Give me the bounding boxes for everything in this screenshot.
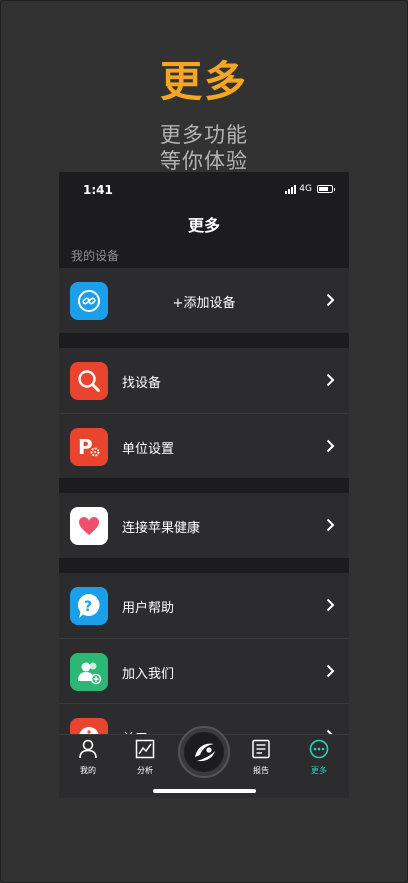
menu-item-apple-health[interactable]: 连接苹果健康	[59, 493, 349, 558]
find-device-label: 找设备	[122, 376, 162, 391]
chevron-right-icon	[326, 518, 335, 532]
apple-health-label: 连接苹果健康	[122, 521, 201, 536]
add-device-label: +添加设备	[172, 296, 236, 311]
heart-icon	[70, 507, 108, 545]
menu-item-add-device[interactable]: +添加设备	[59, 268, 349, 333]
tab-more-label: 更多	[311, 766, 327, 775]
center-action-button[interactable]	[178, 726, 230, 778]
chevron-right-icon	[326, 439, 335, 453]
tab-report[interactable]: 报告	[241, 739, 281, 776]
svg-text:P: P	[78, 435, 93, 459]
info-icon	[70, 718, 108, 734]
menu-item-unit-settings[interactable]: P 单位设置	[59, 413, 349, 478]
group-devices: +添加设备	[59, 268, 349, 333]
promo-subtitle-line2: 等你体验	[160, 149, 248, 173]
p-gear-icon: P	[70, 428, 108, 466]
tab-analysis[interactable]: 分析	[125, 739, 165, 776]
unit-settings-label: 单位设置	[122, 442, 175, 457]
question-bubble-icon: ?	[70, 587, 108, 625]
add-people-icon	[70, 653, 108, 691]
runner-logo-icon	[184, 732, 224, 772]
group-spacer	[59, 558, 349, 573]
group-spacer	[59, 479, 349, 493]
chevron-right-icon	[326, 293, 335, 307]
group-support: ? 用户帮助 加入我们	[59, 573, 349, 734]
battery-icon	[317, 185, 335, 193]
promo-title: 更多	[159, 57, 248, 106]
menu-item-find-device[interactable]: 找设备	[59, 348, 349, 413]
status-time: 1:41	[83, 183, 113, 197]
chevron-right-icon	[326, 664, 335, 678]
user-help-label: 用户帮助	[122, 601, 175, 616]
section-label-my-devices: 我的设备	[59, 240, 349, 268]
chevron-right-icon	[326, 598, 335, 612]
more-dots-icon	[309, 739, 329, 759]
report-icon	[252, 739, 270, 759]
svg-text:?: ?	[84, 599, 92, 615]
magnifier-icon	[70, 362, 108, 400]
chart-icon	[135, 739, 155, 759]
network-type: 4G	[299, 184, 312, 194]
group-health: 连接苹果健康	[59, 493, 349, 558]
person-icon	[79, 739, 97, 759]
status-indicators: 4G	[285, 184, 335, 194]
signal-icon	[285, 184, 297, 194]
status-bar: 1:41 4G	[59, 172, 349, 206]
home-indicator	[153, 789, 256, 793]
tab-report-label: 报告	[253, 766, 269, 775]
group-spacer	[59, 334, 349, 348]
page-title: 更多	[187, 216, 220, 235]
menu-item-join-us[interactable]: 加入我们	[59, 638, 349, 703]
tab-mine-label: 我的	[80, 766, 96, 775]
tab-analysis-label: 分析	[137, 766, 153, 775]
tab-mine[interactable]: 我的	[68, 739, 108, 776]
phone-screen: 1:41 4G 更多 我的设备 +添加设备 找设备 P 单位设置 连接苹果健康 …	[59, 172, 349, 798]
tab-more[interactable]: 更多	[299, 739, 339, 776]
chevron-right-icon	[326, 373, 335, 387]
join-us-label: 加入我们	[122, 667, 175, 682]
menu-item-user-help[interactable]: ? 用户帮助	[59, 573, 349, 638]
group-device-tools: 找设备 P 单位设置	[59, 348, 349, 478]
